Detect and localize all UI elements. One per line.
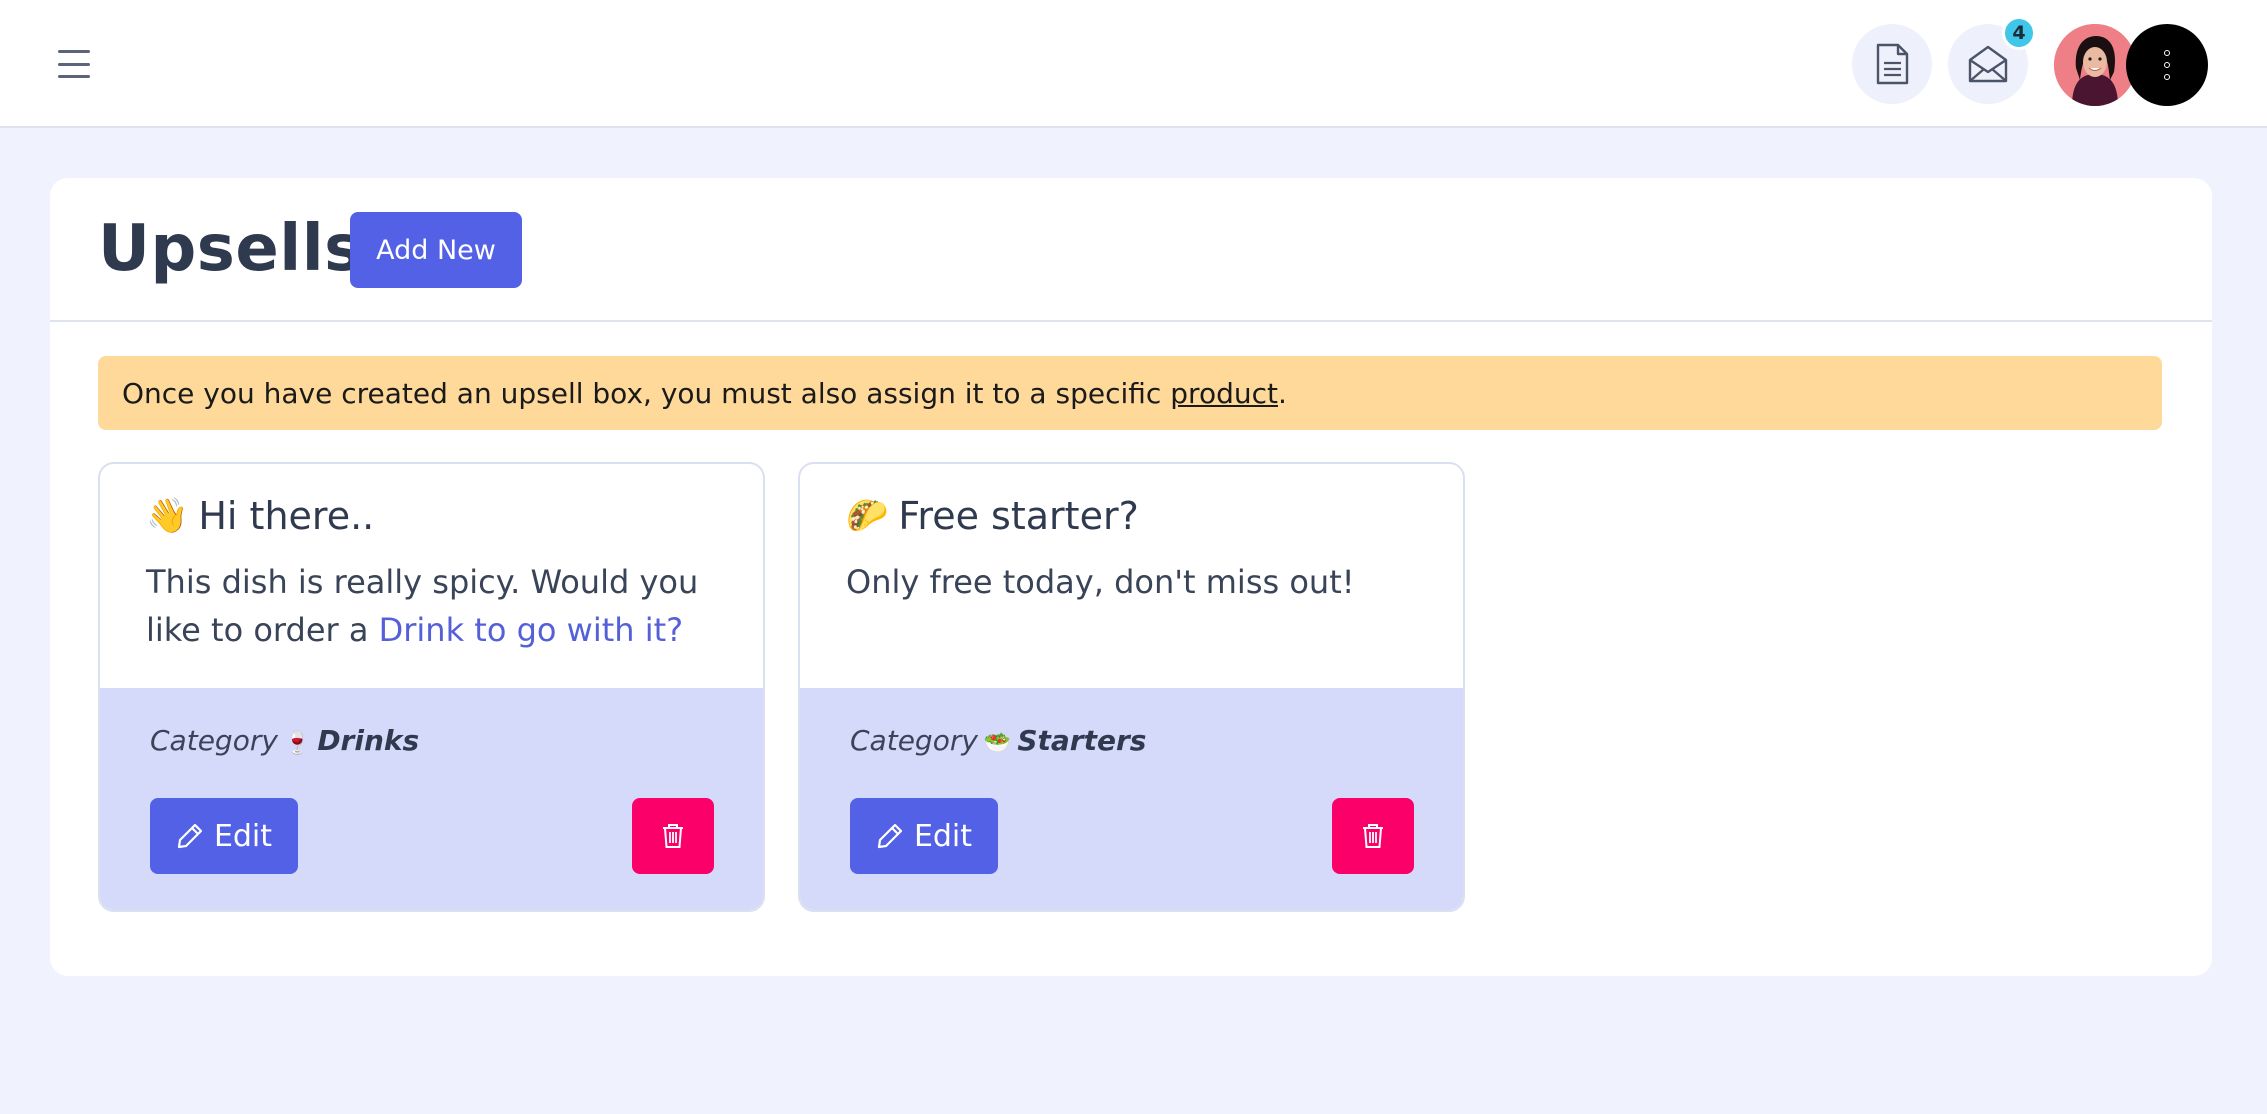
card-title-text: Free starter? <box>898 494 1139 538</box>
upsells-panel: Upsells Add New Once you have created an… <box>50 178 2212 976</box>
card-description-highlight: Drink to go with it? <box>378 611 684 649</box>
card-category: Category 🍷 Drinks <box>150 724 419 757</box>
card-description: Only free today, don't miss out! <box>846 558 1417 606</box>
category-name: Drinks <box>317 724 420 757</box>
top-navbar: 4 <box>0 0 2267 128</box>
product-link[interactable]: product <box>1170 377 1278 410</box>
card-footer: Category 🥗 Starters Edit <box>800 688 1463 910</box>
info-notice: Once you have created an upsell box, you… <box>98 356 2162 430</box>
document-icon <box>1876 43 1909 85</box>
delete-button[interactable] <box>632 798 714 874</box>
category-label: Category <box>850 724 978 757</box>
wine-glass-icon: 🍷 <box>283 731 312 756</box>
card-title: 🌮 Free starter? <box>846 494 1417 538</box>
notice-text: Once you have created an upsell box, you… <box>122 376 1162 410</box>
salad-bowl-icon: 🥗 <box>983 731 1012 756</box>
documents-button[interactable] <box>1852 24 1932 104</box>
more-options-button[interactable] <box>2126 24 2208 106</box>
card-footer: Category 🍷 Drinks Edit <box>100 688 763 910</box>
pencil-icon <box>877 823 903 849</box>
card-description-text: Only free today, don't miss out! <box>846 563 1355 601</box>
edit-label: Edit <box>913 818 973 854</box>
card-category: Category 🥗 Starters <box>850 724 1146 757</box>
category-name: Starters <box>1017 724 1147 757</box>
add-new-button[interactable]: Add New <box>350 212 522 288</box>
waving-hand-icon: 👋 <box>146 496 189 536</box>
vertical-dots-icon <box>2164 50 2170 56</box>
hamburger-icon[interactable] <box>58 50 90 78</box>
delete-button[interactable] <box>1332 798 1414 874</box>
upsell-card: 👋 Hi there.. This dish is really spicy. … <box>98 462 765 912</box>
trash-icon <box>1363 824 1383 848</box>
taco-icon: 🌮 <box>846 496 889 536</box>
edit-button[interactable]: Edit <box>850 798 998 874</box>
category-label: Category <box>150 724 278 757</box>
upsell-card: 🌮 Free starter? Only free today, don't m… <box>798 462 1465 912</box>
trash-icon <box>663 824 683 848</box>
page-title: Upsells <box>98 212 363 286</box>
pencil-icon <box>177 823 203 849</box>
envelope-open-icon <box>1968 45 2008 83</box>
card-title-text: Hi there.. <box>198 494 375 538</box>
user-photo-icon <box>2054 24 2136 106</box>
edit-button[interactable]: Edit <box>150 798 298 874</box>
avatar[interactable] <box>2054 24 2136 106</box>
card-body: 🌮 Free starter? Only free today, don't m… <box>800 464 1463 688</box>
edit-label: Edit <box>213 818 273 854</box>
card-body: 👋 Hi there.. This dish is really spicy. … <box>100 464 763 688</box>
panel-header: Upsells Add New <box>50 178 2212 322</box>
notification-badge: 4 <box>2002 16 2036 50</box>
notice-period: . <box>1277 376 1287 410</box>
card-title: 👋 Hi there.. <box>146 494 717 538</box>
card-description: This dish is really spicy. Would you lik… <box>146 558 717 654</box>
